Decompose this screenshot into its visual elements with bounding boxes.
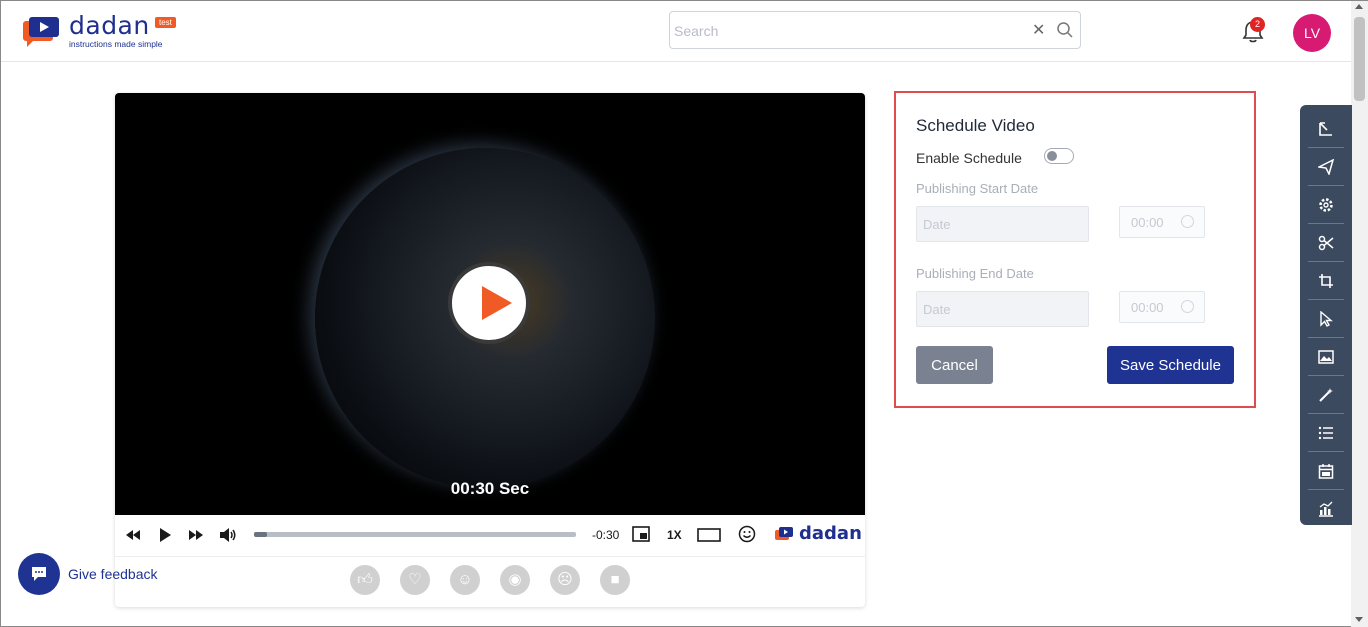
header: dadan test instructions made simple ✕ 2 … [1, 1, 1351, 62]
tool-schedule[interactable] [1308, 453, 1344, 490]
reactions-bar: 👍︎ ♡ ☺ ◉ ☹ ■ [115, 561, 865, 601]
tool-chapters[interactable] [1308, 415, 1344, 452]
duration-overlay: 00:30 Sec [450, 479, 530, 498]
cursor-icon [1320, 311, 1333, 327]
scroll-down-icon[interactable] [1355, 617, 1363, 622]
start-time-input[interactable]: 00:00 [1119, 206, 1205, 238]
send-icon [1318, 159, 1334, 175]
video-player[interactable]: 00:30 Sec [115, 93, 865, 515]
env-badge: test [155, 17, 176, 28]
search-icon[interactable] [1056, 21, 1074, 39]
end-date-label: Publishing End Date [916, 266, 1034, 281]
enable-schedule-label: Enable Schedule [916, 150, 1022, 166]
picture-in-picture-icon[interactable] [632, 526, 650, 542]
brand-logo-icon [775, 527, 793, 540]
scissors-icon [1318, 235, 1334, 251]
clock-icon [1181, 300, 1194, 313]
tool-expand[interactable] [1308, 111, 1344, 148]
time-remaining: -0:30 [592, 528, 620, 542]
tool-crop[interactable] [1308, 263, 1344, 300]
crop-icon [1319, 274, 1333, 288]
start-date-label: Publishing Start Date [916, 181, 1039, 196]
end-date-input[interactable]: Date [916, 291, 1089, 327]
toggle-knob [1047, 151, 1057, 161]
speed-button[interactable]: 1X [667, 528, 682, 542]
tool-settings[interactable] [1308, 187, 1344, 224]
search-input[interactable] [674, 20, 1014, 42]
tool-pointer[interactable] [1308, 301, 1344, 338]
sad-icon[interactable]: ☹ [550, 565, 580, 595]
fast-forward-icon[interactable] [189, 530, 203, 540]
heart-icon[interactable]: ♡ [400, 565, 430, 595]
analytics-chart-icon [1319, 501, 1333, 517]
surprised-icon[interactable]: ◉ [500, 565, 530, 595]
tool-share[interactable] [1308, 149, 1344, 186]
image-icon [1318, 350, 1334, 364]
schedule-title: Schedule Video [916, 116, 1035, 135]
avatar[interactable]: LV [1293, 14, 1331, 52]
clock-icon [1181, 215, 1194, 228]
end-time-input[interactable]: 00:00 [1119, 291, 1205, 323]
emoji-icon[interactable] [738, 525, 756, 543]
start-time-value: 00:00 [1131, 215, 1164, 230]
cancel-button[interactable]: Cancel [916, 346, 993, 384]
logo-tagline: instructions made simple [69, 39, 163, 49]
schedule-video-panel: Schedule Video Enable Schedule Publishin… [894, 91, 1256, 408]
progress-bar[interactable] [254, 532, 576, 537]
calendar-icon [1318, 464, 1334, 479]
scroll-thumb[interactable] [1354, 17, 1365, 101]
laugh-icon[interactable]: ☺ [450, 565, 480, 595]
logo-mark-icon [23, 17, 59, 47]
start-date-input[interactable]: Date [916, 206, 1089, 242]
expand-icon [1319, 122, 1332, 136]
play-icon [482, 286, 512, 320]
feedback-button[interactable] [18, 553, 60, 595]
play-overlay-button[interactable] [448, 262, 530, 344]
search-box: ✕ [669, 11, 1081, 49]
play-icon[interactable] [159, 528, 171, 542]
progress-fill [254, 532, 267, 537]
tool-cut[interactable] [1308, 225, 1344, 262]
tool-analytics[interactable] [1308, 491, 1344, 528]
tool-thumbnail[interactable] [1308, 339, 1344, 376]
editor-toolbar [1300, 105, 1352, 525]
end-time-value: 00:00 [1131, 300, 1164, 315]
theater-mode-icon[interactable] [697, 528, 721, 542]
tool-effects[interactable] [1308, 377, 1344, 414]
chat-bubble-icon [32, 567, 46, 581]
rewind-icon[interactable] [126, 530, 140, 540]
angry-icon[interactable]: ■ [600, 565, 630, 595]
notification-badge: 2 [1250, 17, 1265, 32]
magic-wand-icon [1319, 388, 1333, 402]
gear-icon [1319, 198, 1333, 212]
logo-word: dadan [69, 11, 150, 40]
thumbs-up-icon[interactable]: 👍︎ [350, 565, 380, 595]
enable-schedule-toggle[interactable] [1044, 148, 1074, 164]
list-icon [1318, 426, 1333, 440]
player-controls: -0:30 1X dadan [115, 515, 865, 557]
video-card: 00:30 Sec -0:30 1X dadan 👍︎ ♡ ☺ ◉ ☹ ■ [115, 93, 865, 607]
player-brand[interactable]: dadan [799, 523, 862, 544]
clear-icon[interactable]: ✕ [1032, 20, 1045, 40]
scroll-up-icon[interactable] [1355, 4, 1363, 9]
save-schedule-button[interactable]: Save Schedule [1107, 346, 1234, 384]
volume-icon[interactable] [219, 526, 237, 544]
dadan-logo[interactable]: dadan test instructions made simple [21, 11, 191, 51]
give-feedback-link[interactable]: Give feedback [68, 566, 158, 582]
